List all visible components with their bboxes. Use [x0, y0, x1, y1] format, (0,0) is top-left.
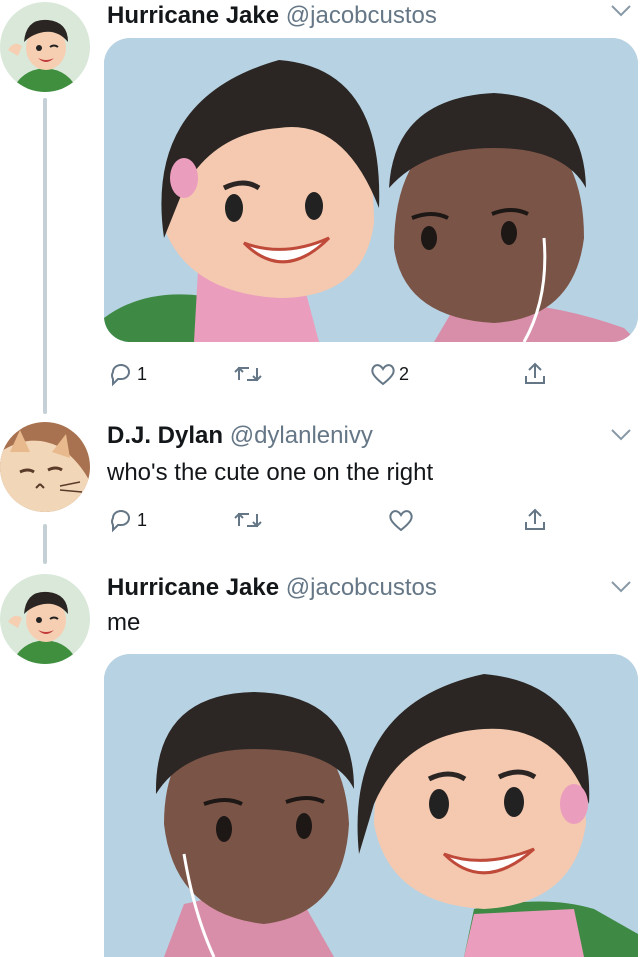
- handle[interactable]: @jacobcustos: [286, 2, 437, 29]
- retweet-button[interactable]: [233, 358, 265, 390]
- caret-down-icon[interactable]: [610, 428, 632, 442]
- like-icon: [371, 364, 395, 386]
- reply-button[interactable]: 1: [107, 504, 147, 536]
- avatar-hurricane-jake[interactable]: [0, 2, 90, 92]
- tweet-text: who's the cute one on the right: [107, 459, 434, 486]
- like-button[interactable]: [387, 504, 417, 536]
- tweet-image[interactable]: [104, 38, 638, 342]
- avatar-dj-dylan[interactable]: [0, 422, 90, 512]
- handle[interactable]: @jacobcustos: [286, 574, 437, 601]
- tweet-image[interactable]: [104, 654, 638, 957]
- reply-icon: [111, 510, 130, 533]
- reply-button[interactable]: 1: [107, 358, 147, 390]
- display-name[interactable]: Hurricane Jake: [107, 2, 279, 29]
- thread-line: [43, 98, 47, 414]
- tweet-text: me: [107, 609, 141, 636]
- handle[interactable]: @dylanlenivy: [230, 422, 373, 449]
- caret-down-icon[interactable]: [610, 4, 632, 18]
- tweet-3[interactable]: Hurricane Jake @jacobcustos me: [0, 570, 640, 957]
- retweet-button[interactable]: [233, 504, 265, 536]
- tweet-header: D.J. Dylan @dylanlenivy: [107, 422, 373, 450]
- like-count: 2: [399, 363, 410, 384]
- display-name[interactable]: D.J. Dylan: [107, 422, 223, 449]
- tweet-header: Hurricane Jake @jacobcustos: [107, 574, 437, 602]
- tweet-actions: 1 2: [107, 358, 627, 390]
- display-name[interactable]: Hurricane Jake: [107, 574, 279, 601]
- thread-line: [43, 524, 47, 564]
- like-icon: [389, 510, 413, 532]
- reply-count: 1: [137, 509, 148, 530]
- tweet-header: Hurricane Jake @jacobcustos: [107, 2, 437, 30]
- avatar-hurricane-jake[interactable]: [0, 574, 90, 664]
- caret-down-icon[interactable]: [610, 580, 632, 594]
- share-button[interactable]: [521, 358, 549, 390]
- tweet-1[interactable]: Hurricane Jake @jacobcustos 1 2: [0, 0, 640, 414]
- retweet-icon: [234, 512, 262, 528]
- reply-count: 1: [137, 363, 148, 384]
- share-button[interactable]: [521, 504, 549, 536]
- share-icon: [525, 508, 545, 530]
- tweet-2[interactable]: D.J. Dylan @dylanlenivy who's the cute o…: [0, 414, 640, 564]
- retweet-icon: [234, 366, 262, 382]
- share-icon: [525, 362, 545, 384]
- tweet-actions: 1: [107, 504, 627, 536]
- like-button[interactable]: 2: [369, 358, 409, 390]
- reply-icon: [111, 364, 130, 387]
